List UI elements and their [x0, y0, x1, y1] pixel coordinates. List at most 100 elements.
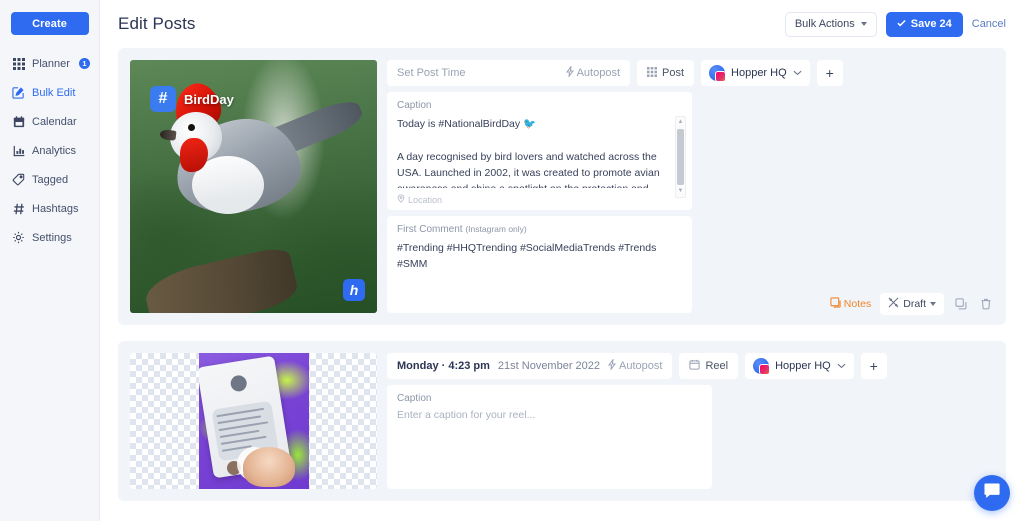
post-type-button[interactable]: Reel [679, 353, 739, 379]
bulk-actions-dropdown[interactable]: Bulk Actions [784, 11, 877, 37]
sidebar-item-hashtags[interactable]: Hashtags [0, 194, 99, 223]
post-meta-row: Monday · 4:23 pm 21st November 2022 Auto… [387, 353, 994, 379]
grid-icon [12, 57, 25, 70]
plus-icon: + [825, 65, 834, 81]
draft-status-dropdown[interactable]: Draft [880, 293, 944, 315]
save-button[interactable]: Save 24 [885, 11, 963, 37]
chat-bubble-icon [983, 482, 1001, 504]
location-label: Location [408, 194, 443, 205]
location-button[interactable]: Location [397, 194, 442, 205]
caption-label: Caption [397, 100, 432, 111]
post-time-date: 21st November 2022 [497, 360, 601, 372]
notes-button[interactable]: Notes [830, 297, 871, 311]
duplicate-button[interactable] [953, 296, 969, 312]
sidebar-item-planner[interactable]: Planner 1 [0, 49, 99, 78]
reel-image [198, 353, 309, 489]
caption-label: Caption [397, 393, 432, 404]
sidebar-item-label: Settings [32, 231, 72, 244]
page-title: Edit Posts [118, 14, 196, 33]
caption-field[interactable]: Caption Enter a caption for your reel... [387, 385, 712, 489]
draft-icon [888, 297, 899, 311]
first-comment-field[interactable]: First Comment (Instagram only) #Trending… [387, 216, 692, 313]
sidebar-item-label: Analytics [32, 144, 77, 157]
check-icon [897, 18, 906, 30]
sidebar: Create Planner 1 Bulk Edit Calendar Anal… [0, 0, 100, 521]
add-account-button[interactable]: + [816, 60, 843, 86]
caption-field[interactable]: Caption Today is #NationalBirdDay 🐦 A da… [387, 92, 692, 210]
hashtag-campaign-label: BirdDay [184, 91, 234, 107]
reel-icon [689, 359, 701, 373]
add-account-button[interactable]: + [860, 353, 887, 379]
notes-label: Notes [843, 298, 872, 310]
post-time-day: Monday · 4:23 pm [397, 360, 490, 372]
scroll-down-icon[interactable]: ▼ [678, 186, 684, 197]
lightning-icon [565, 64, 574, 80]
sidebar-item-label: Hashtags [32, 202, 79, 215]
location-pin-icon [397, 194, 405, 205]
scrollbar-thumb[interactable] [677, 129, 684, 185]
cup-shape [242, 447, 295, 487]
post-thumbnail[interactable] [130, 353, 377, 489]
post-meta-row: Set Post Time Autopost Post Hopper HQ + [387, 60, 994, 86]
post-time-field[interactable]: Set Post Time Autopost [387, 60, 630, 86]
pencil-square-icon [12, 86, 25, 99]
post-time-field[interactable]: Monday · 4:23 pm 21st November 2022 Auto… [387, 353, 673, 379]
caption-scrollbar[interactable]: ▲ ▼ [675, 116, 686, 198]
avatar [229, 374, 248, 393]
sidebar-item-tagged[interactable]: Tagged [0, 165, 99, 194]
first-comment-label-sub: (Instagram only) [465, 224, 527, 234]
grid-icon [647, 66, 657, 80]
save-button-label: Save 24 [910, 18, 952, 30]
post-card-actions: Notes Draft [830, 293, 994, 315]
app-root: Create Planner 1 Bulk Edit Calendar Anal… [0, 0, 1024, 521]
calendar-icon [12, 115, 25, 128]
sidebar-item-label: Planner [32, 57, 70, 70]
sidebar-item-calendar[interactable]: Calendar [0, 107, 99, 136]
post-thumbnail[interactable]: # BirdDay h [130, 60, 377, 313]
post-card: # BirdDay h Set Post Time Autopost Post … [118, 48, 1006, 325]
autopost-toggle[interactable]: Autopost [608, 357, 662, 373]
create-button[interactable]: Create [10, 12, 89, 35]
post-card: Monday · 4:23 pm 21st November 2022 Auto… [118, 341, 1006, 501]
bird-photo: # BirdDay h [130, 60, 377, 313]
first-comment-label-main: First Comment [397, 224, 463, 235]
main-area: Edit Posts Bulk Actions Save 24 Cancel #… [100, 0, 1024, 521]
tag-icon [12, 173, 25, 186]
lightning-icon [608, 357, 617, 373]
cancel-button[interactable]: Cancel [972, 18, 1006, 30]
autopost-toggle[interactable]: Autopost [565, 64, 620, 80]
chevron-down-icon [837, 360, 846, 372]
sidebar-item-settings[interactable]: Settings [0, 223, 99, 252]
topbar: Edit Posts Bulk Actions Save 24 Cancel [100, 0, 1024, 48]
bulk-actions-label: Bulk Actions [794, 18, 855, 30]
caption-placeholder: Enter a caption for your reel... [397, 409, 536, 421]
post-fields: Set Post Time Autopost Post Hopper HQ + … [387, 60, 994, 313]
account-label: Hopper HQ [775, 360, 831, 372]
post-type-button[interactable]: Post [637, 60, 695, 86]
account-label: Hopper HQ [731, 67, 787, 79]
bar-chart-icon [12, 144, 25, 157]
chevron-down-icon [860, 22, 867, 26]
scroll-up-icon[interactable]: ▲ [678, 117, 684, 128]
hash-icon: # [150, 86, 176, 112]
sidebar-item-analytics[interactable]: Analytics [0, 136, 99, 165]
hopper-watermark-logo: h [343, 279, 365, 301]
create-button-label: Create [32, 17, 67, 30]
hashtag-campaign-badge: # BirdDay [150, 86, 234, 112]
gear-icon [12, 231, 25, 244]
first-comment-text: #Trending #HHQTrending #SocialMediaTrend… [397, 242, 657, 271]
sidebar-item-label: Tagged [32, 173, 69, 186]
chevron-down-icon [930, 302, 936, 306]
draft-label: Draft [903, 298, 926, 310]
sidebar-item-label: Bulk Edit [32, 86, 76, 99]
sidebar-item-bulk-edit[interactable]: Bulk Edit [0, 78, 99, 107]
post-fields: Monday · 4:23 pm 21st November 2022 Auto… [387, 353, 994, 489]
delete-button[interactable] [978, 296, 994, 312]
account-selector[interactable]: Hopper HQ [745, 353, 854, 379]
account-selector[interactable]: Hopper HQ [701, 60, 810, 86]
chevron-down-icon [793, 67, 802, 79]
post-type-label: Reel [705, 360, 729, 372]
avatar [753, 358, 771, 375]
chat-support-button[interactable] [974, 475, 1010, 511]
reel-thumbnail [130, 353, 377, 489]
